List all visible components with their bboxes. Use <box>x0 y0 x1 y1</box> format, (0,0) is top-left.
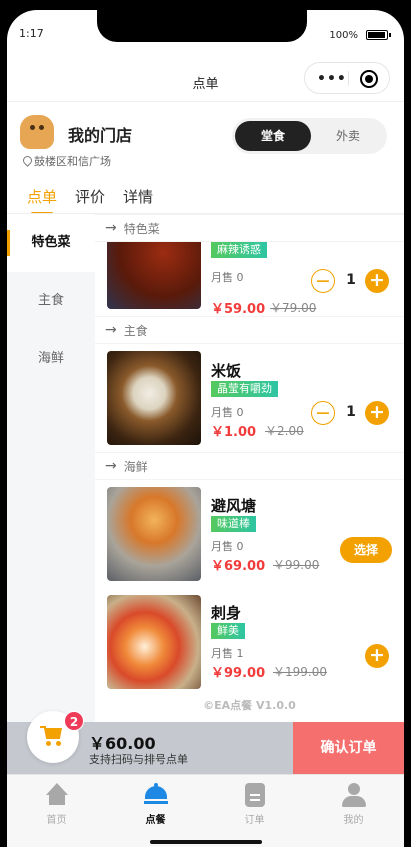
dish-typhoon-shelter[interactable]: 避风塘 味道棒 月售 0 ￥69.00 ￥99.00 选择 <box>95 486 404 586</box>
shop-logo <box>20 115 54 149</box>
choose-spec-button[interactable]: 选择 <box>340 537 392 563</box>
dish-name: 避风塘 <box>211 497 257 515</box>
dish-tag: 麻辣诱惑 <box>211 242 267 258</box>
dish-sold: 月售 0 <box>211 271 244 284</box>
mini-program-capsule: ••• <box>304 62 390 94</box>
section-header-staple: → 主食 <box>95 316 404 344</box>
dish-quantity: 1 <box>346 404 356 420</box>
dish-sold: 月售 1 <box>211 647 244 660</box>
arrow-right-icon: → <box>105 458 117 474</box>
cart-handle <box>40 726 46 728</box>
increase-button[interactable]: + <box>365 401 389 425</box>
tab-order[interactable]: 点单 <box>27 186 57 215</box>
category-sidebar: 特色菜 主食 海鲜 <box>7 214 95 722</box>
arrow-right-icon: → <box>105 322 117 338</box>
serving-dish-icon <box>144 783 168 807</box>
home-indicator <box>150 840 262 844</box>
section-title: 海鲜 <box>123 459 148 474</box>
dish-original-price: ￥79.00 <box>270 301 317 315</box>
shop-location: 鼓楼区和信广场 <box>23 153 111 169</box>
confirm-order-button[interactable]: 确认订单 <box>293 722 404 774</box>
cart-count-badge: 2 <box>64 711 84 731</box>
nav-label: 我的 <box>343 815 364 826</box>
dish-tag: 味道棒 <box>211 516 256 532</box>
dish-price: ￥69.00 <box>211 559 266 574</box>
category-seafood[interactable]: 海鲜 <box>7 330 95 388</box>
dish-original-price: ￥199.00 <box>273 665 327 679</box>
nav-orders[interactable]: 订单 <box>205 775 304 835</box>
nav-label: 点餐 <box>145 815 166 826</box>
cart-hint: 支持扫码与排号点单 <box>89 753 188 766</box>
battery-percentage: 100% <box>329 30 358 41</box>
dish-tag: 晶莹有嚼劲 <box>211 381 278 397</box>
decrease-button[interactable]: − <box>311 401 335 425</box>
nav-label: 订单 <box>244 815 265 826</box>
footer-version: ©EA点餐 V1.0.0 <box>203 699 296 712</box>
cart-basket <box>44 728 62 739</box>
section-header-special: → 特色菜 <box>95 214 404 242</box>
status-time: 1:17 <box>19 27 44 40</box>
bottom-navigation: 首页 点餐 订单 我的 <box>7 774 404 847</box>
phone-screen: 1:17 100% 点单 ••• 我的门店 鼓楼区和信广场 堂食 外卖 点单 评… <box>7 10 404 847</box>
dish-tag: 鲜美 <box>211 623 245 639</box>
dish-list: 麻辣诱惑 月售 0 ￥59.00 ￥79.00 − 1 + → 特色菜 → 主食… <box>95 214 404 722</box>
dish-special[interactable]: 麻辣诱惑 月售 0 ￥59.00 ￥79.00 − 1 + <box>95 215 404 317</box>
dish-original-price: ￥99.00 <box>273 558 320 572</box>
home-icon <box>45 783 69 807</box>
more-icon[interactable]: ••• <box>317 71 347 87</box>
category-special[interactable]: 特色菜 <box>7 214 95 272</box>
close-target-icon[interactable] <box>360 70 378 88</box>
user-icon <box>342 783 366 807</box>
dish-price: ￥59.00 <box>211 302 266 317</box>
decrease-button[interactable]: − <box>311 269 335 293</box>
dish-name: 米饭 <box>211 362 242 380</box>
increase-button[interactable]: + <box>365 269 389 293</box>
cart-wheel <box>46 741 51 746</box>
nav-profile[interactable]: 我的 <box>304 775 403 835</box>
capsule-divider <box>348 71 349 86</box>
dish-price: ￥1.00 <box>211 425 257 440</box>
order-list-icon <box>243 783 267 807</box>
tab-reviews[interactable]: 评价 <box>75 186 105 207</box>
nav-divider <box>7 101 404 102</box>
dish-sashimi[interactable]: 刺身 鲜美 月售 1 ￥99.00 ￥199.00 + <box>95 594 404 690</box>
dish-rice[interactable]: 米饭 晶莹有嚼劲 月售 0 ￥1.00 ￥2.00 − 1 + <box>95 350 404 446</box>
notch <box>97 10 307 42</box>
shop-tabs: 点单 评价 详情 <box>27 186 153 215</box>
dish-photo <box>107 351 201 445</box>
battery-icon <box>366 30 391 40</box>
nav-ordering[interactable]: 点餐 <box>106 775 205 835</box>
dish-photo <box>107 595 201 689</box>
add-to-cart-button[interactable]: + <box>365 644 389 668</box>
order-mode-toggle: 堂食 外卖 <box>232 118 387 154</box>
dine-in-option[interactable]: 堂食 <box>235 121 311 151</box>
cart-wheel <box>56 741 61 746</box>
section-header-seafood: → 海鲜 <box>95 452 404 480</box>
section-title: 主食 <box>123 323 148 338</box>
location-pin-icon <box>23 156 32 167</box>
dish-quantity: 1 <box>346 272 356 288</box>
dish-photo <box>107 487 201 581</box>
nav-home[interactable]: 首页 <box>7 775 106 835</box>
section-title: 特色菜 <box>123 221 160 236</box>
dish-sold: 月售 0 <box>211 406 244 419</box>
dish-price: ￥99.00 <box>211 666 266 681</box>
takeout-option[interactable]: 外卖 <box>312 121 384 151</box>
shopping-cart-icon <box>40 726 64 746</box>
dish-original-price: ￥2.00 <box>265 424 304 438</box>
nav-label: 首页 <box>46 815 67 826</box>
tab-details[interactable]: 详情 <box>123 186 153 207</box>
category-staple[interactable]: 主食 <box>7 272 95 330</box>
dish-sold: 月售 0 <box>211 540 244 553</box>
shop-name: 我的门店 <box>68 126 133 145</box>
arrow-right-icon: → <box>105 220 117 236</box>
dish-name: 刺身 <box>211 604 242 622</box>
shop-address: 鼓楼区和信广场 <box>34 155 111 168</box>
